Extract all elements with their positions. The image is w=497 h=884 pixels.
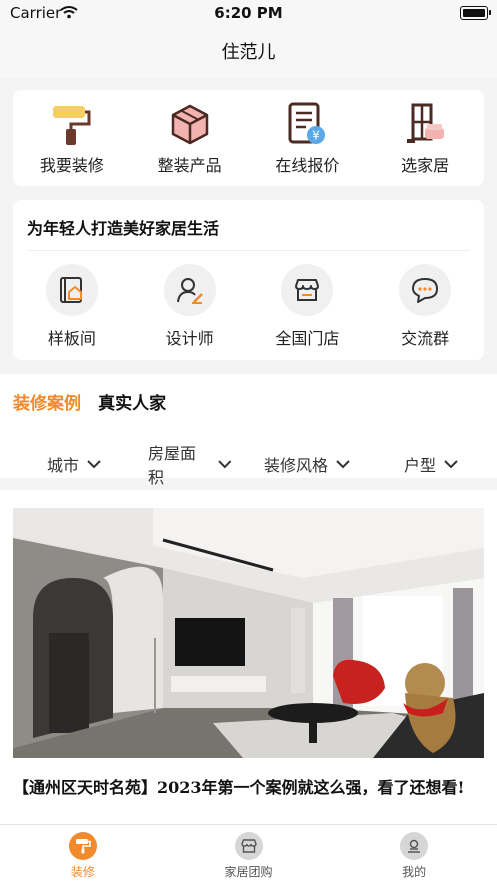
promo-item-label: 样板间 [47, 329, 96, 348]
case-tabs: 装修案例 真实人家 [13, 389, 178, 414]
chevron-down-icon [218, 459, 232, 468]
profile-icon [400, 832, 429, 860]
promo-item-stores[interactable]: 全国门店 [249, 260, 367, 360]
tab-label: 装修 [70, 865, 95, 879]
paint-roller-icon [68, 832, 97, 860]
tab-renovation[interactable]: 装修 [0, 825, 166, 884]
filter-label: 房屋面积 [148, 444, 197, 487]
quick-menu-item-quote[interactable]: ¥ 在线报价 [249, 90, 367, 186]
filter-bar: 城市 房屋面积 装修风格 户型 [0, 440, 497, 488]
quick-menu-label: 选家居 [401, 156, 450, 175]
tab-bar: 装修 家居团购 我的 [0, 824, 497, 884]
promo-item-showroom[interactable]: 样板间 [13, 260, 131, 360]
promo-slogan: 为年轻人打造美好家居生活 [27, 219, 220, 238]
case-caption[interactable]: 【通州区天时名苑】2023年第一个案例就这么强，看了还想看! [13, 776, 484, 800]
filter-label: 户型 [403, 456, 436, 475]
quick-menu-item-renovate[interactable]: 我要装修 [13, 90, 131, 186]
quick-menu-label: 整装产品 [157, 156, 222, 175]
paint-roller-icon [50, 102, 94, 146]
filter-city[interactable]: 城市 [0, 440, 148, 488]
case-feed: 【通州区天时名苑】2023年第一个案例就这么强，看了还想看! [0, 490, 497, 824]
tab-group-buy[interactable]: 家居团购 [166, 825, 332, 884]
designer-icon [163, 264, 216, 316]
page-title: 住范儿 [221, 42, 276, 63]
filter-area[interactable]: 房屋面积 [148, 440, 232, 488]
battery-icon [460, 6, 491, 20]
svg-text:¥: ¥ [313, 129, 321, 143]
box-icon [168, 102, 212, 146]
cases-section: 装修案例 真实人家 城市 房屋面积 装修风格 户型 [0, 374, 497, 487]
quick-menu-label: 在线报价 [275, 156, 340, 175]
status-bar: Carrier 6:20 PM [0, 0, 497, 26]
quick-menu-item-package[interactable]: 整装产品 [131, 90, 249, 186]
quick-menu: 我要装修 整装产品 ¥ 在线报价 选家居 [13, 90, 484, 186]
filter-style[interactable]: 装修风格 [232, 440, 382, 488]
case-photo[interactable] [13, 508, 484, 758]
chat-bubble-icon [399, 264, 452, 316]
store-icon [281, 264, 334, 316]
promo-item-label: 设计师 [165, 329, 214, 348]
divider [27, 250, 470, 251]
promo-item-designer[interactable]: 设计师 [131, 260, 249, 360]
quote-document-icon: ¥ [285, 102, 329, 146]
house-document-icon [45, 264, 98, 316]
tab-label: 家居团购 [224, 865, 273, 879]
chevron-down-icon [87, 459, 101, 468]
tab-real-homes[interactable]: 真实人家 [98, 394, 166, 414]
quick-menu-label: 我要装修 [39, 156, 104, 175]
chevron-down-icon [336, 459, 350, 468]
nav-bar: 住范儿 [0, 26, 497, 78]
filter-label: 城市 [46, 456, 79, 475]
filter-layout[interactable]: 户型 [382, 440, 480, 488]
chevron-down-icon [444, 459, 458, 468]
store-icon [234, 832, 263, 860]
promo-item-label: 全国门店 [275, 329, 340, 348]
quick-menu-item-furniture[interactable]: 选家居 [366, 90, 484, 186]
clock: 6:20 PM [214, 4, 283, 22]
tab-profile[interactable]: 我的 [331, 825, 497, 884]
promo-item-label: 交流群 [401, 329, 450, 348]
tab-renovation-cases[interactable]: 装修案例 [13, 394, 81, 414]
promo-card: 为年轻人打造美好家居生活 样板间 设计师 全国门店 交流群 [13, 200, 484, 360]
furniture-icon [403, 102, 447, 146]
tab-label: 我的 [402, 865, 427, 879]
filter-label: 装修风格 [263, 456, 328, 475]
promo-item-chat-group[interactable]: 交流群 [366, 260, 484, 360]
